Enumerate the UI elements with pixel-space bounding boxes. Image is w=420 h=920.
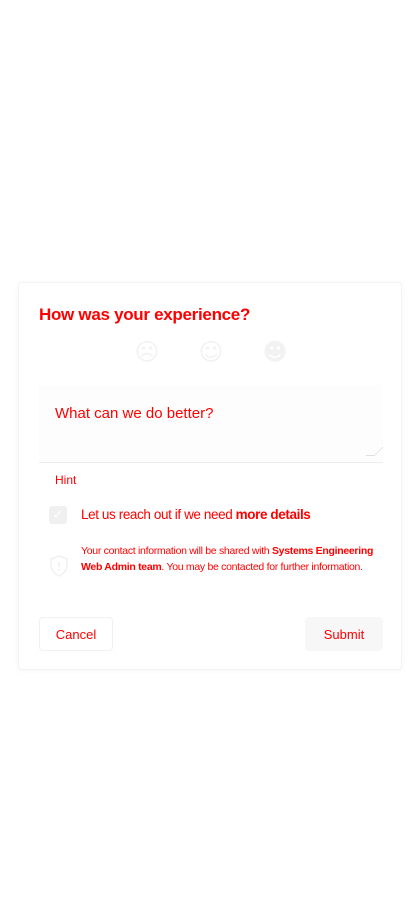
consent-label[interactable]: Let us reach out if we need more details <box>81 507 311 522</box>
submit-button[interactable]: Submit <box>305 617 383 651</box>
info-text: Your contact information will be shared … <box>81 543 381 575</box>
info-row: Your contact information will be shared … <box>49 543 373 591</box>
happy-face-icon[interactable]: ☻ <box>262 339 288 365</box>
consent-label-prefix: Let us reach out if we need <box>81 507 236 522</box>
sad-face-icon[interactable]: ☹ <box>134 339 160 365</box>
cancel-button[interactable]: Cancel <box>39 617 113 651</box>
screen: How was your experience? ☹ ☺ ☻ Hint ✓ Le… <box>0 0 420 920</box>
hint-text: Hint <box>55 473 77 487</box>
consent-label-bold: more details <box>235 507 311 522</box>
dialog-title: How was your experience? <box>39 305 251 324</box>
consent-checkbox[interactable]: ✓ <box>49 506 67 524</box>
feedback-field <box>39 385 384 463</box>
info-text-prefix: Your contact information will be shared … <box>81 545 272 557</box>
shield-icon <box>50 555 68 577</box>
rating-group: ☹ ☺ ☻ <box>119 339 319 369</box>
feedback-textarea[interactable] <box>39 385 383 462</box>
feedback-dialog: How was your experience? ☹ ☺ ☻ Hint ✓ Le… <box>18 282 402 670</box>
consent-row: ✓ Let us reach out if we need more detai… <box>49 505 379 529</box>
neutral-face-icon[interactable]: ☺ <box>198 339 224 365</box>
info-text-suffix: . You may be contacted for further infor… <box>161 561 363 573</box>
